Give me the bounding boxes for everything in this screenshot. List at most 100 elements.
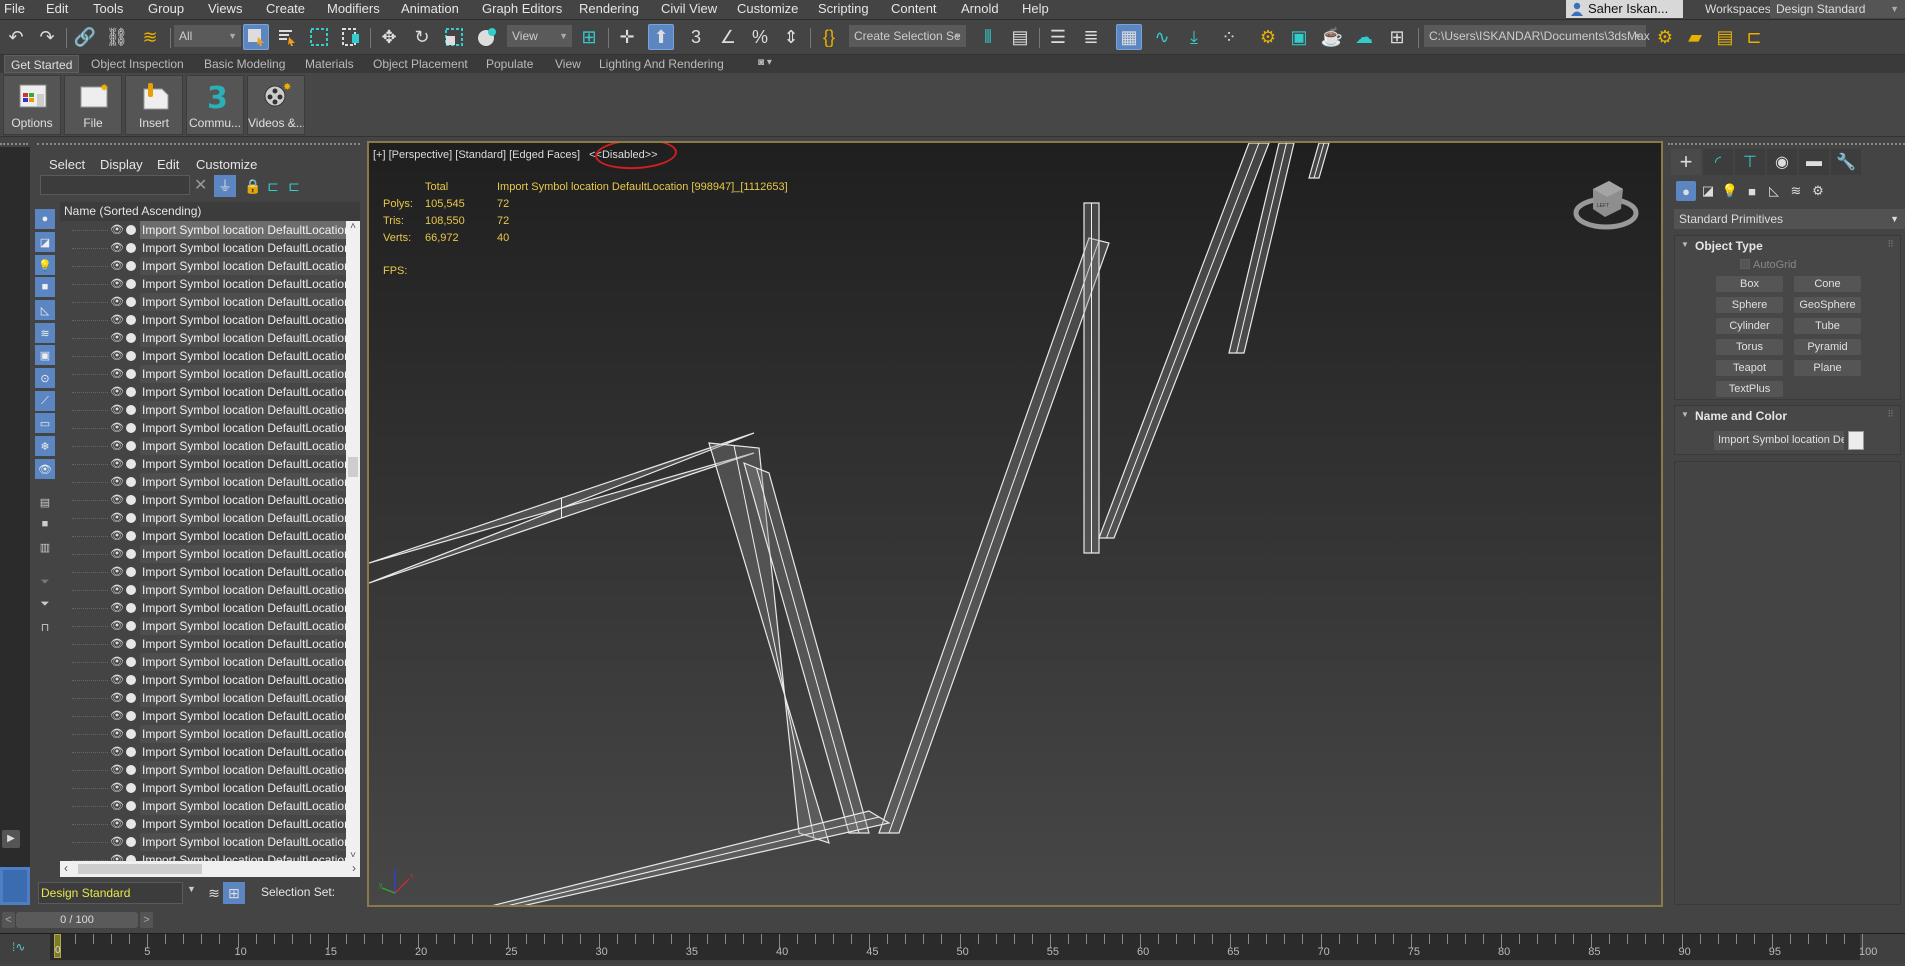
space-warps-category-icon[interactable]: ≋ [1786, 181, 1806, 201]
named-selection-set-select[interactable]: Create Selection Se ▼ [849, 25, 966, 47]
name-column-header[interactable]: Name (Sorted Ascending) [60, 202, 360, 221]
explorer-menu-select[interactable]: Select [49, 157, 85, 172]
visibility-eye-icon[interactable]: 👁 [110, 638, 124, 650]
list-item[interactable]: 👁 Import Symbol location DefaultLocation … [60, 761, 350, 779]
bind-space-warp-icon[interactable]: ≋ [137, 24, 163, 50]
list-item[interactable]: 👁 Import Symbol location DefaultLocation … [60, 581, 350, 599]
renderable-dot-icon[interactable] [126, 621, 136, 631]
renderable-dot-icon[interactable] [126, 495, 136, 505]
cone-button[interactable]: Cone [1794, 276, 1861, 292]
plane-button[interactable]: Plane [1794, 360, 1861, 376]
ribbon-options-icon[interactable]: ◙ ▾ [758, 57, 772, 68]
visibility-eye-icon[interactable]: 👁 [110, 422, 124, 434]
menu-civil-view[interactable]: Civil View [661, 1, 717, 16]
rollout-title[interactable]: Name and Color [1695, 409, 1787, 423]
cameras-category-icon[interactable]: ■ [1742, 181, 1762, 201]
renderable-dot-icon[interactable] [126, 243, 136, 253]
viewport-shading-menu[interactable]: [Standard] [455, 149, 506, 161]
display-tab-icon[interactable]: ▬ [1799, 149, 1829, 175]
list-item[interactable]: 👁 Import Symbol location DefaultLocation … [60, 815, 350, 833]
tab-view[interactable]: View [555, 57, 581, 71]
list-item[interactable]: 👁 Import Symbol location DefaultLocation … [60, 401, 350, 419]
list-item[interactable]: 👁 Import Symbol location DefaultLocation … [60, 851, 350, 861]
menu-content[interactable]: Content [891, 1, 937, 16]
visibility-eye-icon[interactable]: 👁 [110, 584, 124, 596]
menu-file[interactable]: File [4, 1, 25, 16]
menu-group[interactable]: Group [148, 1, 184, 16]
display-containers-icon[interactable]: ▭ [35, 413, 55, 433]
visibility-eye-icon[interactable]: 👁 [110, 692, 124, 704]
viewport-point-of-view-menu[interactable]: [Perspective] [389, 149, 453, 161]
list-item[interactable]: 👁 Import Symbol location DefaultLocation … [60, 311, 350, 329]
panel-grip[interactable] [37, 143, 360, 145]
geosphere-button[interactable]: GeoSphere [1794, 297, 1861, 313]
cylinder-button[interactable]: Cylinder [1716, 318, 1783, 334]
rectangular-selection-icon[interactable] [306, 24, 332, 50]
project-structure-icon[interactable]: ▤ [1712, 24, 1738, 50]
autogrid-checkbox[interactable]: AutoGrid [1740, 259, 1796, 271]
renderable-dot-icon[interactable] [126, 369, 136, 379]
visibility-eye-icon[interactable]: 👁 [110, 278, 124, 290]
scene-explorer-toggle-icon[interactable]: ☰ [1045, 24, 1071, 50]
tab-basic-modeling[interactable]: Basic Modeling [204, 57, 285, 71]
display-invert-icon[interactable]: ▥ [35, 537, 55, 557]
hierarchy-tab-icon[interactable]: ⊤ [1735, 149, 1765, 175]
render-production-icon[interactable]: ☕ [1319, 24, 1345, 50]
display-geometry-icon[interactable]: ● [35, 209, 55, 229]
list-item[interactable]: 👁 Import Symbol location DefaultLocation … [60, 509, 350, 527]
percent-snap-icon[interactable]: % [747, 24, 773, 50]
scroll-down-icon[interactable]: ˅ [346, 850, 360, 861]
list-item[interactable]: 👁 Import Symbol location DefaultLocation … [60, 257, 350, 275]
visibility-eye-icon[interactable]: 👁 [110, 566, 124, 578]
rollout-title[interactable]: Object Type [1695, 239, 1763, 253]
display-lights-icon[interactable]: 💡 [35, 255, 55, 275]
list-item[interactable]: 👁 Import Symbol location DefaultLocation … [60, 653, 350, 671]
renderable-dot-icon[interactable] [126, 585, 136, 595]
file-button[interactable]: ✸ File [64, 75, 122, 135]
keyboard-shortcut-override-icon[interactable]: ⬆ [648, 24, 674, 50]
placement-icon[interactable] [474, 24, 500, 50]
tab-object-inspection[interactable]: Object Inspection [91, 57, 184, 71]
workspace-select[interactable]: Design Standard ▼ [1770, 0, 1905, 18]
spinner-snap-icon[interactable]: ⇕ [778, 24, 804, 50]
viewport-layout-tab[interactable] [0, 867, 30, 905]
redo-icon[interactable]: ↷ [34, 24, 60, 50]
object-category-select[interactable]: Standard Primitives ▼ [1674, 209, 1905, 229]
display-cameras-icon[interactable]: ■ [35, 277, 55, 297]
list-item[interactable]: 👁 Import Symbol location DefaultLocation … [60, 347, 350, 365]
renderable-dot-icon[interactable] [126, 657, 136, 667]
display-helpers-icon[interactable]: ◺ [35, 300, 55, 320]
explorer-menu-customize[interactable]: Customize [196, 157, 257, 172]
motion-tab-icon[interactable]: ◉ [1767, 149, 1797, 175]
visibility-eye-icon[interactable]: 👁 [110, 224, 124, 236]
renderable-dot-icon[interactable] [126, 405, 136, 415]
visibility-eye-icon[interactable]: 👁 [110, 620, 124, 632]
renderable-dot-icon[interactable] [126, 423, 136, 433]
mirror-icon[interactable]: ⫴ [975, 24, 1001, 50]
link-icon[interactable]: 🔗 [72, 24, 98, 50]
display-shapes-icon[interactable]: ◪ [35, 232, 55, 252]
visibility-eye-icon[interactable]: 👁 [110, 404, 124, 416]
checkbox[interactable] [1740, 259, 1750, 269]
rendered-frame-window-icon[interactable]: ▣ [1286, 24, 1312, 50]
visibility-eye-icon[interactable]: 👁 [110, 260, 124, 272]
layer-explorer-icon[interactable]: ≣ [1078, 24, 1104, 50]
visibility-eye-icon[interactable]: 👁 [110, 710, 124, 722]
videos-button[interactable]: ✸ Videos &... [247, 75, 305, 135]
renderable-dot-icon[interactable] [126, 351, 136, 361]
move-icon[interactable]: ✥ [376, 24, 402, 50]
tab-object-placement[interactable]: Object Placement [373, 57, 468, 71]
select-by-name-icon[interactable] [274, 24, 300, 50]
display-groups-icon[interactable]: ▣ [35, 345, 55, 365]
next-frame-button[interactable]: > [140, 912, 153, 928]
renderable-dot-icon[interactable] [126, 297, 136, 307]
list-item[interactable]: 👁 Import Symbol location DefaultLocation … [60, 779, 350, 797]
list-item[interactable]: 👁 Import Symbol location DefaultLocation … [60, 329, 350, 347]
collapse-all-icon[interactable]: ⊏ [283, 175, 305, 197]
list-item[interactable]: 👁 Import Symbol location DefaultLocation … [60, 491, 350, 509]
visibility-eye-icon[interactable]: 👁 [110, 476, 124, 488]
shapes-category-icon[interactable]: ◪ [1698, 181, 1718, 201]
list-item[interactable]: 👁 Import Symbol location DefaultLocation … [60, 707, 350, 725]
visibility-eye-icon[interactable]: 👁 [110, 836, 124, 848]
list-item[interactable]: 👁 Import Symbol location DefaultLocation … [60, 689, 350, 707]
